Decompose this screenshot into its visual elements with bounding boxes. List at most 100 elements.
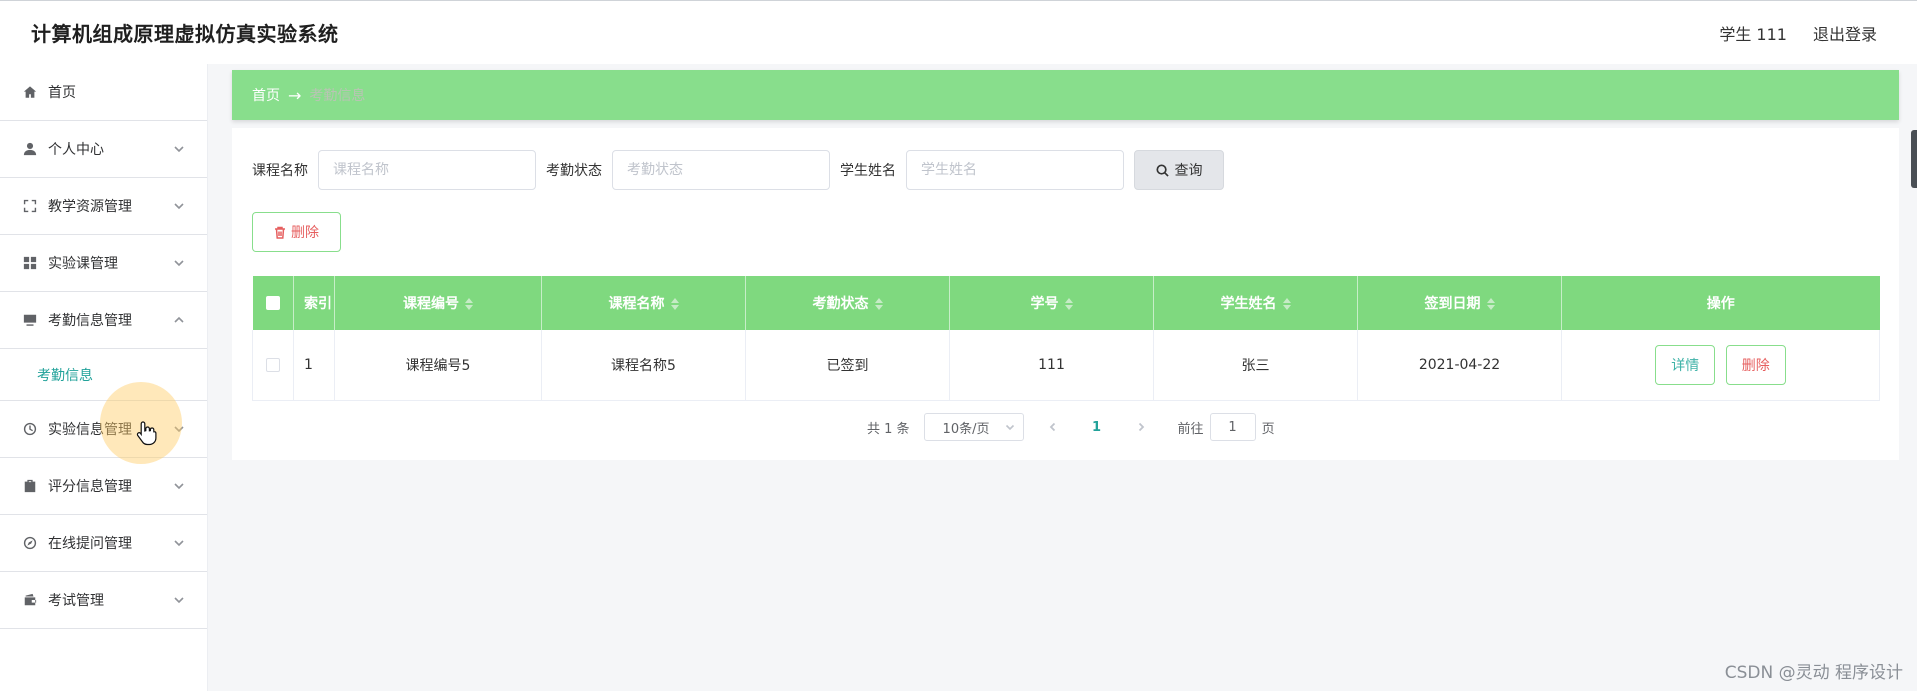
query-button[interactable]: 查询: [1134, 150, 1224, 190]
scrollbar-thumb[interactable]: [1911, 130, 1917, 188]
table-header-row: 索引 课程编号 课程名称 考勤状态 学号 学生姓名 签到日期 操作: [252, 276, 1880, 330]
sidebar-item-label: 首页: [48, 85, 76, 101]
hand-pointer-icon: [136, 420, 158, 446]
cell-student-id: 111: [949, 330, 1154, 401]
course-name-input[interactable]: [318, 150, 536, 190]
chevron-down-icon: [173, 143, 185, 155]
logout-link[interactable]: 退出登录: [1813, 21, 1877, 45]
sidebar-item-label: 个人中心: [48, 142, 104, 158]
next-page-button[interactable]: [1126, 413, 1156, 441]
search-icon: [1155, 163, 1169, 177]
page-size-value: 10条/页: [942, 421, 990, 437]
sidebar-item-lab-info[interactable]: 实验信息管理: [0, 401, 207, 458]
pagination-total: 共 1 条: [867, 421, 910, 437]
attendance-status-input[interactable]: [612, 150, 830, 190]
sidebar-item-label: 在线提问管理: [48, 536, 132, 552]
breadcrumb: 首页 → 考勤信息: [232, 70, 1899, 120]
cell-course-code: 课程编号5: [334, 330, 542, 401]
sort-icon: [874, 298, 883, 310]
grid-icon: [22, 255, 38, 271]
prev-page-button[interactable]: [1038, 413, 1068, 441]
sidebar-item-teaching-resources[interactable]: 教学资源管理: [0, 178, 207, 235]
row-checkbox[interactable]: [266, 357, 280, 372]
page-suffix-label: 页: [1261, 421, 1275, 437]
bulk-delete-label: 删除: [291, 225, 319, 241]
attendance-table: 索引 课程编号 课程名称 考勤状态 学号 学生姓名 签到日期 操作 1 课程编号…: [252, 276, 1880, 401]
monitor-icon: [22, 312, 38, 328]
search-form: 课程名称 考勤状态 学生姓名 查询: [252, 150, 1224, 190]
student-name-input[interactable]: [906, 150, 1124, 190]
cell-status: 已签到: [745, 330, 950, 401]
sidebar-item-exam[interactable]: 考试管理: [0, 572, 207, 629]
select-all-checkbox[interactable]: [265, 296, 280, 310]
row-select-cell: [252, 330, 294, 401]
clipboard-icon: [22, 478, 38, 494]
breadcrumb-separator: →: [288, 85, 302, 105]
column-header-status[interactable]: 考勤状态: [745, 276, 950, 330]
sidebar-item-label: 评分信息管理: [48, 479, 132, 495]
column-header-course-code[interactable]: 课程编号: [334, 276, 542, 330]
compass-icon: [22, 535, 38, 551]
chevron-down-icon: [173, 200, 185, 212]
app-title: 计算机组成原理虚拟仿真实验系统: [31, 22, 339, 46]
breadcrumb-current: 考勤信息: [309, 88, 366, 104]
cell-operations: 详情 删除: [1561, 330, 1880, 401]
goto-label: 前往: [1177, 421, 1204, 437]
sort-icon: [1064, 298, 1073, 310]
chevron-down-icon: [173, 594, 185, 606]
sidebar-item-score-info[interactable]: 评分信息管理: [0, 458, 207, 515]
column-header-course-name[interactable]: 课程名称: [541, 276, 746, 330]
attendance-status-label: 考勤状态: [546, 163, 602, 179]
detail-button[interactable]: 详情: [1655, 344, 1716, 385]
wallet-icon: [22, 592, 38, 608]
column-header-index: 索引: [293, 276, 335, 330]
column-header-operations: 操作: [1561, 276, 1880, 330]
cell-sign-date: 2021-04-22: [1357, 330, 1562, 401]
column-header-student-name[interactable]: 学生姓名: [1153, 276, 1358, 330]
sidebar-item-home[interactable]: 首页: [0, 64, 207, 121]
sidebar-item-lab-course[interactable]: 实验课管理: [0, 235, 207, 292]
clock-icon: [22, 421, 38, 437]
sidebar-item-label: 考勤信息管理: [48, 313, 132, 329]
sidebar-item-label: 教学资源管理: [48, 199, 132, 215]
sidebar-item-label: 考试管理: [48, 593, 104, 609]
column-header-sign-date[interactable]: 签到日期: [1357, 276, 1562, 330]
chevron-down-icon: [173, 423, 185, 435]
bulk-delete-button[interactable]: 删除: [252, 212, 341, 252]
user-icon: [22, 141, 38, 157]
sidebar-item-label: 实验课管理: [48, 256, 118, 272]
student-name-label: 学生姓名: [840, 163, 896, 179]
chevron-left-icon: [1049, 422, 1055, 432]
query-button-label: 查询: [1174, 163, 1203, 179]
fullscreen-icon: [22, 198, 38, 214]
chevron-up-icon: [173, 314, 185, 326]
header-user-area: 学生 111 退出登录: [1719, 21, 1877, 45]
chevron-down-icon: [1005, 424, 1014, 431]
goto-page-input[interactable]: [1209, 413, 1256, 441]
page-size-select[interactable]: 10条/页: [923, 413, 1024, 441]
sidebar: 首页 个人中心 教学资源管理 实验课管理 考勤信息管理 考勤信息 实验信息管理: [0, 64, 208, 691]
page-number-current[interactable]: 1: [1082, 413, 1112, 441]
sidebar-item-label: 实验信息管理: [48, 422, 132, 438]
cell-student-name: 张三: [1153, 330, 1358, 401]
sidebar-item-attendance[interactable]: 考勤信息管理: [0, 292, 207, 349]
course-name-label: 课程名称: [252, 163, 308, 179]
breadcrumb-home-link[interactable]: 首页: [252, 85, 280, 105]
column-header-student-id[interactable]: 学号: [949, 276, 1154, 330]
chevron-down-icon: [173, 480, 185, 492]
select-all-header: [252, 276, 294, 330]
top-header: 计算机组成原理虚拟仿真实验系统 学生 111 退出登录: [0, 0, 1917, 64]
pagination: 共 1 条 10条/页 1 前往 页: [867, 413, 1275, 441]
current-user-label: 学生 111: [1719, 24, 1787, 44]
trash-icon: [275, 226, 285, 239]
chevron-right-icon: [1138, 422, 1144, 432]
sort-icon: [670, 298, 679, 310]
sidebar-subitem-attendance-info[interactable]: 考勤信息: [0, 349, 207, 401]
chevron-down-icon: [173, 257, 185, 269]
watermark: CSDN @灵动 程序设计: [1724, 663, 1903, 683]
sidebar-item-personal-center[interactable]: 个人中心: [0, 121, 207, 178]
cell-course-name: 课程名称5: [541, 330, 746, 401]
sidebar-item-online-question[interactable]: 在线提问管理: [0, 515, 207, 572]
row-delete-button[interactable]: 删除: [1725, 344, 1786, 385]
home-icon: [22, 84, 38, 100]
